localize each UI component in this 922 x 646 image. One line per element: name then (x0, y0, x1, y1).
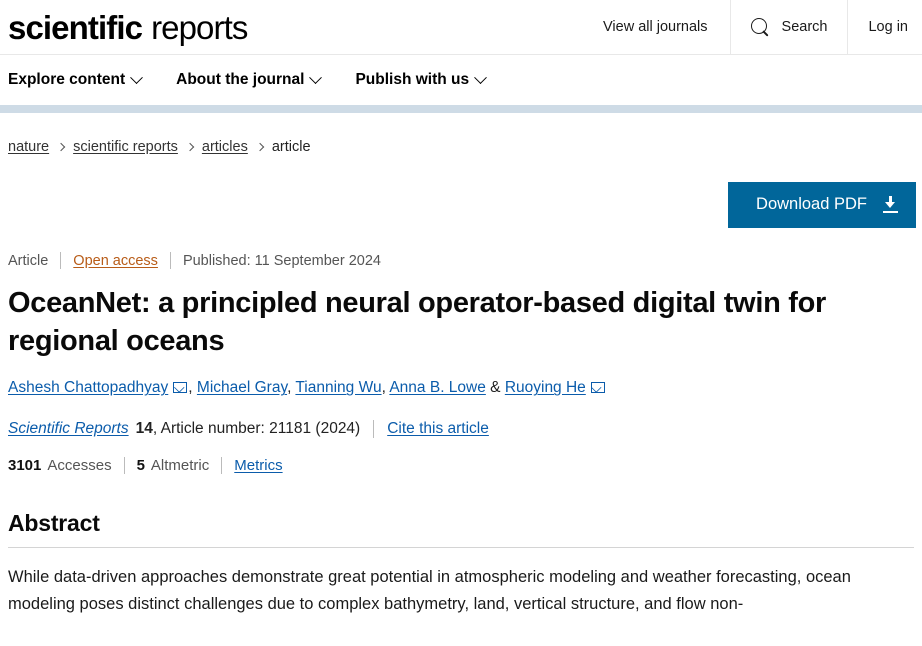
breadcrumb-separator-icon (56, 142, 66, 152)
download-icon (883, 196, 898, 213)
logo-word-scientific: scientific (8, 8, 143, 46)
nav-label-about-the-journal: About the journal (176, 71, 305, 88)
accesses-count: 3101 (8, 457, 42, 475)
author-list: Ashesh Chattopadhyay, Michael Gray, Tian… (8, 376, 914, 401)
search-label: Search (781, 19, 828, 35)
altmetric-label: Altmetric (150, 457, 210, 475)
abstract-heading: Abstract (8, 510, 100, 537)
search-button[interactable]: Search (729, 0, 848, 54)
abstract-divider (8, 547, 914, 549)
author-link-1[interactable]: Ashesh Chattopadhyay (8, 379, 168, 396)
search-icon (750, 17, 770, 37)
download-pdf-button[interactable]: Download PDF (728, 182, 916, 228)
breadcrumb-item-nature[interactable]: nature (8, 139, 49, 155)
nav-label-explore-content: Explore content (8, 71, 126, 88)
primary-nav: Explore content About the journal Publis… (0, 55, 922, 105)
logo-word-reports: reports (151, 8, 248, 46)
article-type: Article (8, 252, 49, 269)
published-date: Published: 11 September 2024 (182, 252, 381, 269)
login-label: Log in (868, 19, 908, 35)
article-meta: Article Open access Published: 11 Septem… (8, 252, 914, 269)
metrics-divider (123, 457, 125, 475)
breadcrumb-item-scientific-reports[interactable]: scientific reports (73, 139, 178, 155)
article-content: Article Open access Published: 11 Septem… (0, 252, 922, 618)
author-link-3[interactable]: Tianning Wu (295, 379, 381, 396)
chevron-down-icon (130, 70, 144, 84)
breadcrumb-separator-icon (255, 142, 265, 152)
chevron-down-icon (309, 70, 323, 84)
citation-line: Scientific Reports 14 , Article number: … (8, 420, 914, 439)
author-link-4[interactable]: Anna B. Lowe (389, 379, 486, 396)
citation-divider (373, 420, 375, 439)
breadcrumb: nature scientific reports articles artic… (0, 113, 922, 155)
download-pdf-row: Download PDF (0, 155, 922, 228)
abstract-text: While data-driven approaches demonstrate… (8, 568, 851, 613)
accesses-label: Accesses (47, 457, 112, 475)
cite-this-article-link[interactable]: Cite this article (387, 420, 489, 438)
page-title: OceanNet: a principled neural operator-b… (8, 287, 826, 357)
site-logo[interactable]: scientific reports (0, 0, 248, 54)
view-all-journals-link[interactable]: View all journals (589, 0, 730, 54)
meta-divider (60, 252, 62, 269)
journal-volume: 14 (135, 420, 153, 438)
download-pdf-label: Download PDF (756, 195, 867, 214)
envelope-icon[interactable] (590, 382, 605, 394)
author-sep-4: & (485, 379, 505, 397)
site-header: scientific reports View all journals Sear… (0, 0, 922, 55)
view-all-journals-label: View all journals (603, 19, 708, 35)
breadcrumb-separator-icon (185, 142, 195, 152)
metrics-link[interactable]: Metrics (234, 457, 282, 474)
nav-label-publish-with-us: Publish with us (355, 71, 470, 88)
article-number: , Article number: 21181 (2024) (152, 420, 361, 438)
breadcrumb-item-articles[interactable]: articles (202, 139, 248, 155)
breadcrumb-item-article: article (271, 139, 311, 155)
login-button[interactable]: Log in (847, 0, 922, 54)
envelope-icon[interactable] (173, 382, 188, 394)
chevron-down-icon (474, 70, 487, 84)
open-access-link[interactable]: Open access (73, 253, 158, 269)
nav-item-about-the-journal[interactable]: About the journal (176, 70, 323, 89)
author-sep-1: , (188, 379, 197, 397)
journal-name-link[interactable]: Scientific Reports (8, 420, 129, 438)
metrics-divider (221, 457, 223, 475)
nav-item-explore-content[interactable]: Explore content (8, 70, 144, 89)
author-link-5[interactable]: Ruoying He (505, 379, 586, 396)
meta-divider (169, 252, 171, 269)
header-actions: View all journals Search Log in (589, 0, 922, 54)
altmetric-count: 5 (136, 457, 145, 475)
metrics-row: 3101 Accesses 5 Altmetric Metrics (8, 457, 914, 475)
author-link-2[interactable]: Michael Gray (197, 379, 287, 396)
accent-stripe (0, 105, 922, 113)
nav-item-publish-with-us[interactable]: Publish with us (355, 70, 487, 89)
